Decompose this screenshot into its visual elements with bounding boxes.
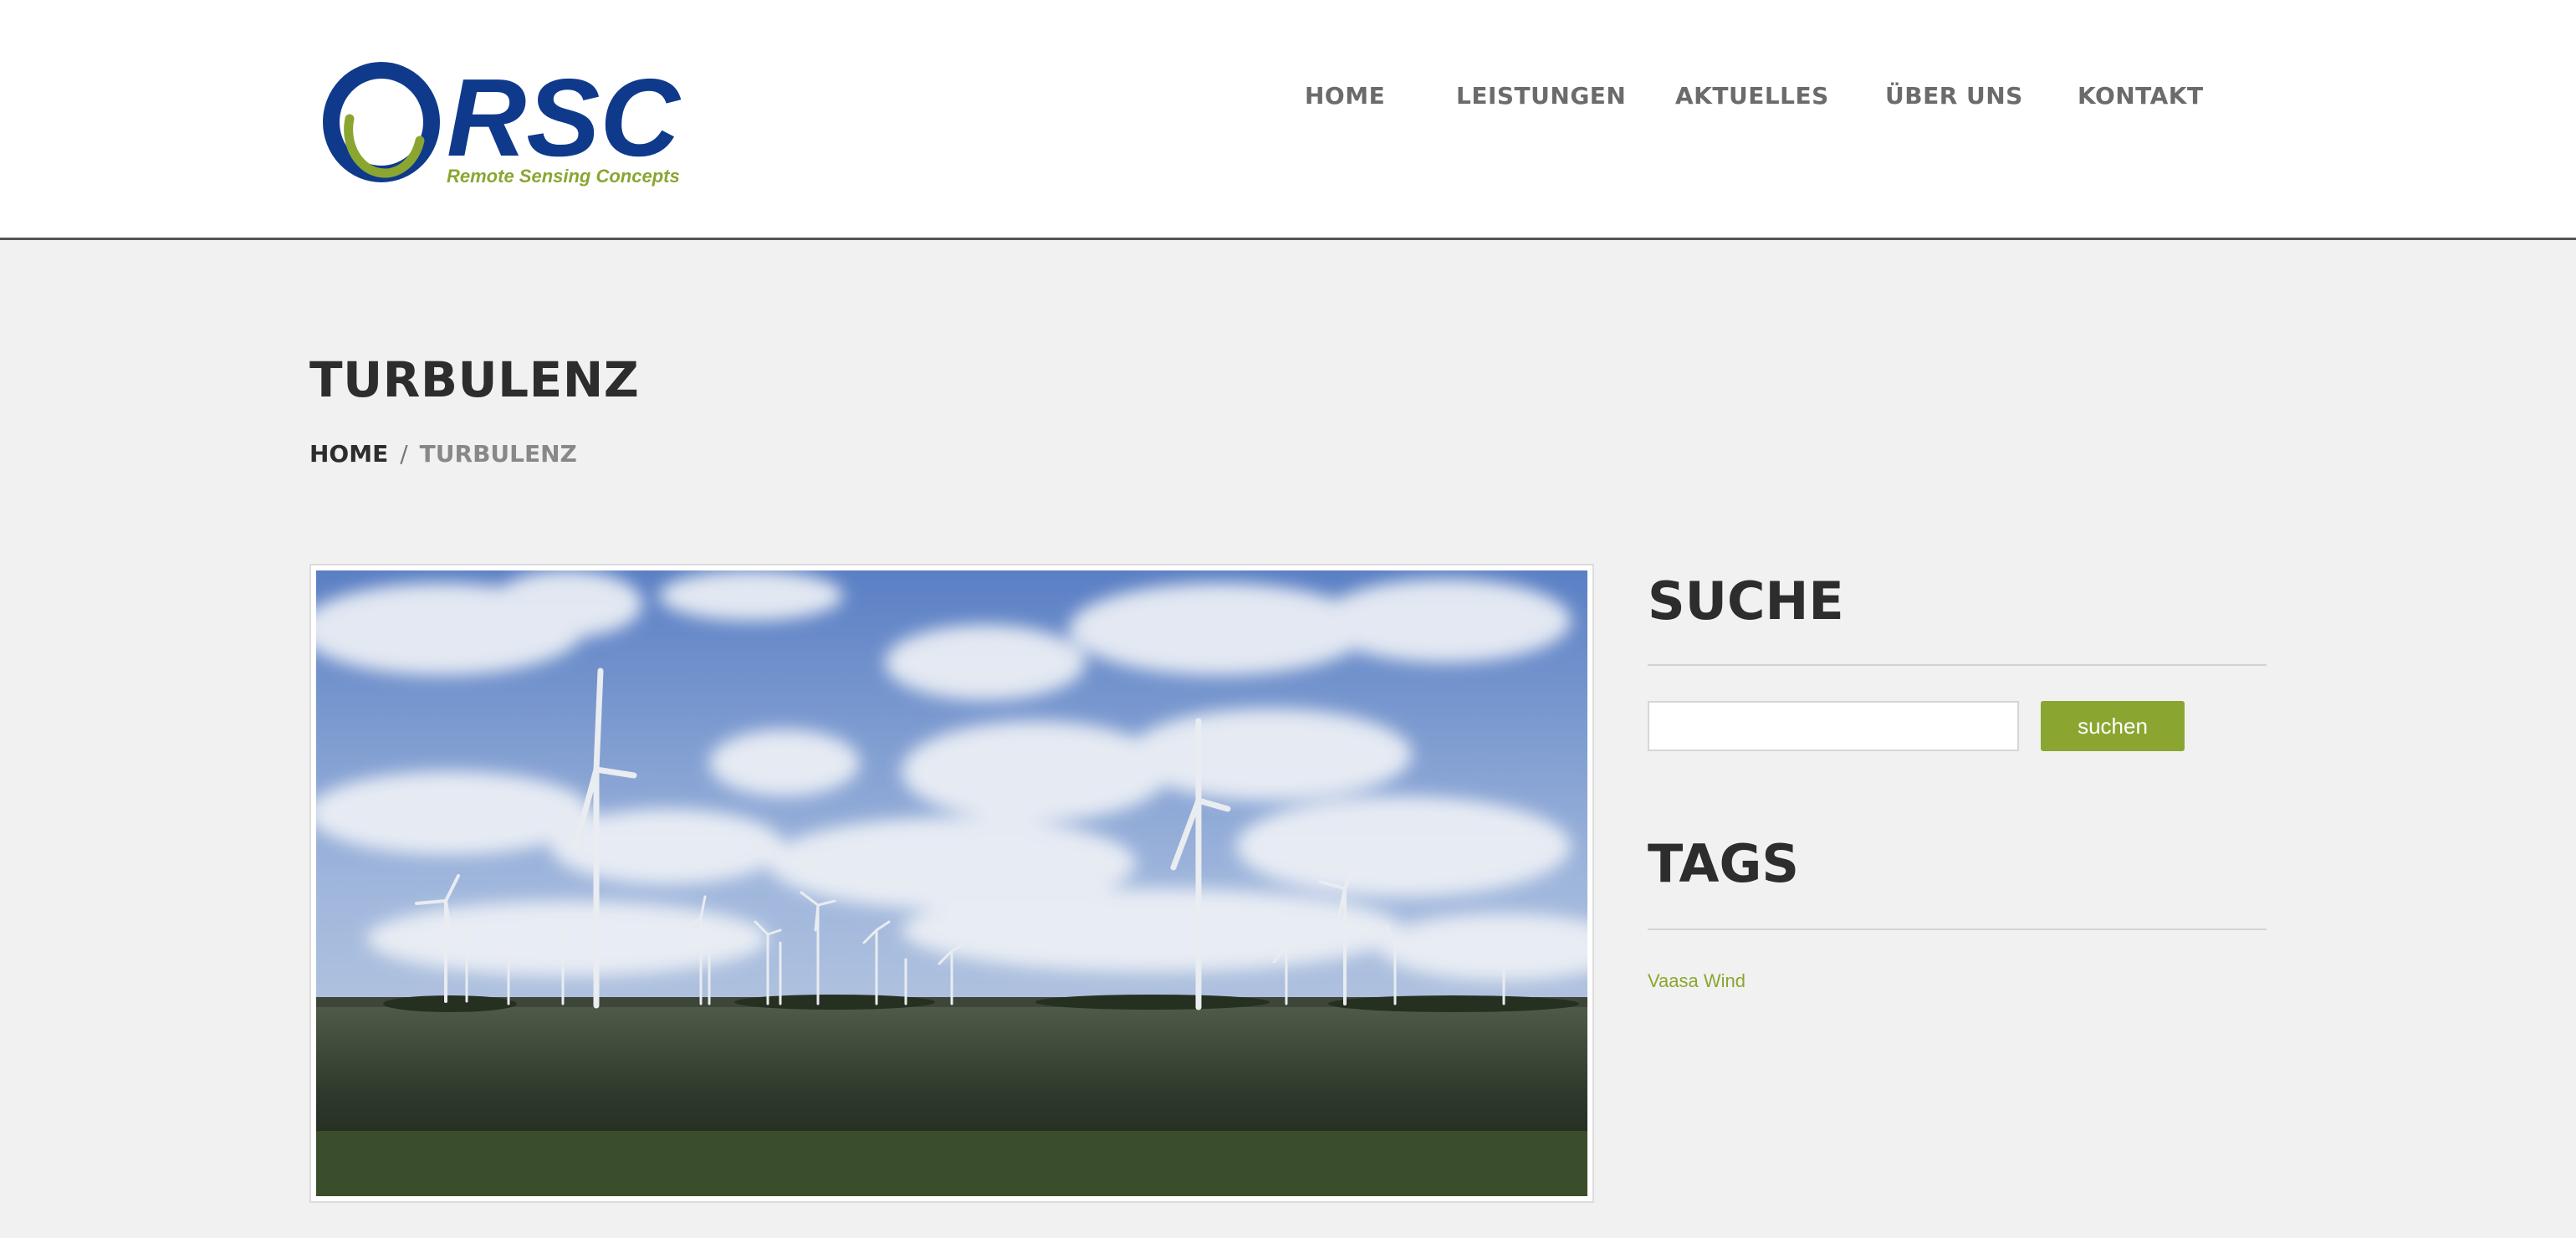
breadcrumb-home-link[interactable]: HOME <box>309 440 388 468</box>
tags-heading: TAGS <box>1648 833 1800 894</box>
wind-farm-photo <box>316 570 1587 1196</box>
breadcrumb: HOME / TURBULENZ <box>309 440 577 468</box>
nav-item-kontakt[interactable]: KONTAKT <box>2078 82 2204 110</box>
breadcrumb-separator: / <box>400 440 408 468</box>
featured-image-frame <box>309 564 1594 1203</box>
nav-item-ueber-uns[interactable]: ÜBER UNS <box>1885 82 2023 110</box>
search-divider <box>1648 664 2267 666</box>
tag-link-vaasa-wind[interactable]: Vaasa Wind <box>1648 970 1745 992</box>
nav-item-home[interactable]: HOME <box>1305 82 1385 110</box>
search-heading: SUCHE <box>1648 570 1844 632</box>
search-input[interactable] <box>1648 701 2019 751</box>
site-header: RSC Remote Sensing Concepts HOME LEISTUN… <box>0 0 2576 240</box>
breadcrumb-current: TURBULENZ <box>419 440 577 468</box>
nav-item-leistungen[interactable]: LEISTUNGEN <box>1456 82 1626 110</box>
logo-tagline: Remote Sensing Concepts <box>447 166 680 187</box>
page-title: TURBULENZ <box>309 351 640 408</box>
rsc-logo[interactable]: RSC Remote Sensing Concepts <box>321 60 698 194</box>
logo-text: RSC <box>447 60 681 179</box>
search-button[interactable]: suchen <box>2041 701 2185 751</box>
main-nav: HOME LEISTUNGEN AKTUELLES ÜBER UNS KONTA… <box>0 82 2576 119</box>
nav-item-aktuelles[interactable]: AKTUELLES <box>1675 82 1829 110</box>
tags-divider <box>1648 928 2267 930</box>
